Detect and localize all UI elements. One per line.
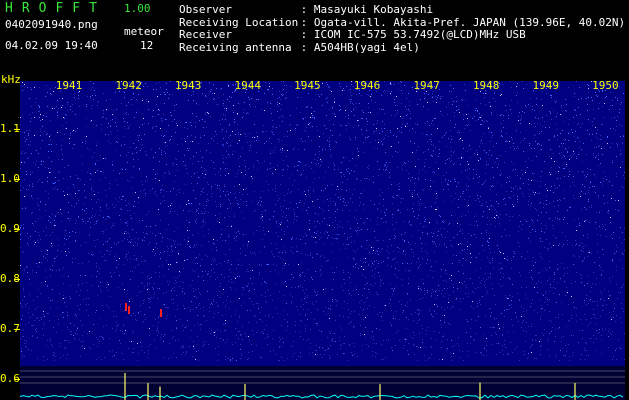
app-version: 1.00 <box>124 2 151 15</box>
app-name: HROFFT <box>5 1 106 16</box>
info-label: Observer <box>179 3 232 16</box>
freq-tick <box>14 329 20 330</box>
time-label: 1942 <box>115 79 142 92</box>
freq-tick <box>14 379 20 380</box>
time-label: 1950 <box>592 79 619 92</box>
info-value: Masayuki Kobayashi <box>313 3 434 16</box>
date-time: 04.02.09 19:40 <box>5 39 98 52</box>
time-label: 1945 <box>294 79 321 92</box>
freq-tick <box>14 129 20 130</box>
spectrogram <box>20 81 625 400</box>
info-label: Receiving antenna <box>179 40 292 54</box>
meteor-echo <box>128 306 130 314</box>
time-label: 1946 <box>353 79 381 92</box>
freq-tick <box>14 179 20 180</box>
file-name: 0402091940.png <box>5 18 98 31</box>
freq-tick <box>14 229 20 230</box>
time-label: 1944 <box>234 79 262 92</box>
freq-tick <box>14 279 20 280</box>
meteor-label: meteor <box>124 25 164 38</box>
time-label: 1947 <box>413 79 440 92</box>
info-value: ICOM IC-575 53.7492(@LCD)MHz USB <box>313 28 526 41</box>
header: HROFFT 1.00 0402091940.png 04.02.09 19:4… <box>0 0 629 78</box>
meteor-echo <box>160 309 162 317</box>
meteor-echo <box>125 303 127 311</box>
info-value: A504HB(yagi 4el) <box>313 40 420 54</box>
info-label: Receiving Location <box>179 15 299 29</box>
time-label: 1948 <box>472 79 500 92</box>
time-label: 1943 <box>174 79 202 92</box>
time-label: 1949 <box>532 79 560 92</box>
time-axis: 1941 1942 1943 1944 1945 1946 1947 1948 1949 1950 <box>0 79 629 95</box>
info-row-antenna: Receiving antenna : A504HB(yagi 4el) <box>179 40 420 54</box>
meteor-count: 12 <box>140 39 154 52</box>
info-value: Ogata-vill. Akita-Pref. JAPAN (139.96E, … <box>313 15 626 29</box>
time-label: 1941 <box>55 79 83 92</box>
info-label: Receiver <box>179 28 232 41</box>
station-info: Observer : Masayuki Kobayashi Receiving … <box>179 3 625 54</box>
